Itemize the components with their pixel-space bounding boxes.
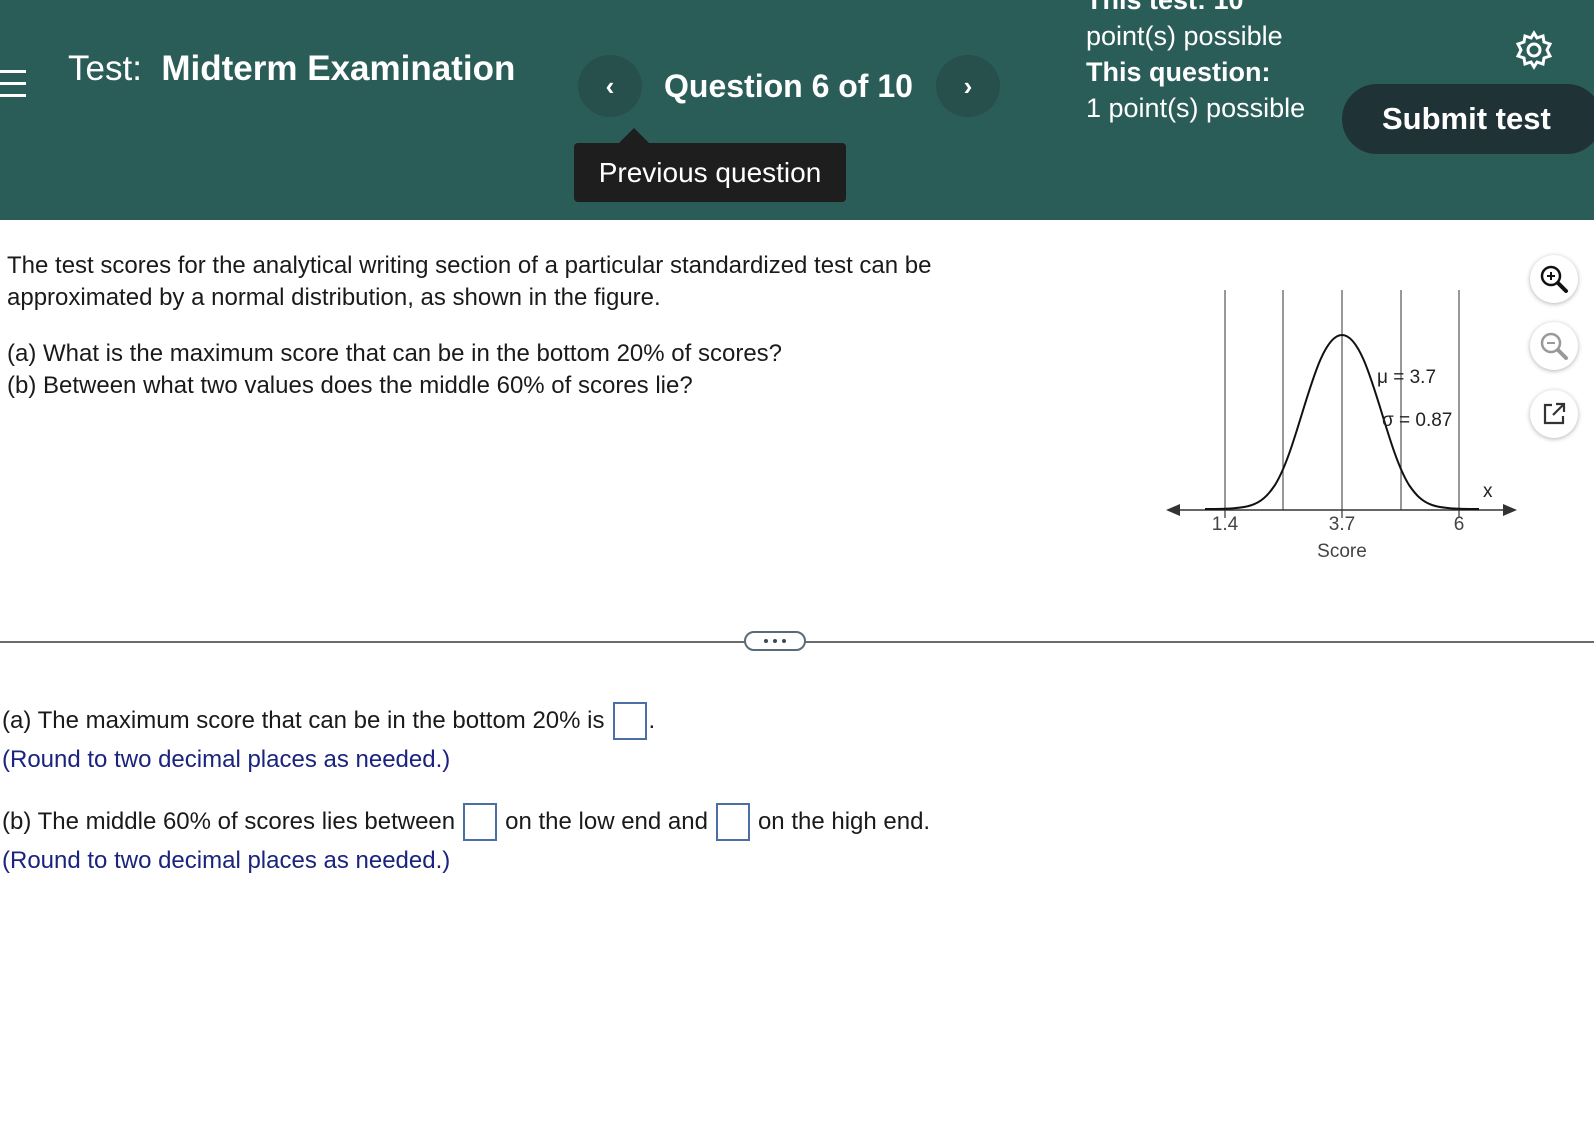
normal-curve-svg: μ = 3.7 σ = 0.87 x 1.4 3.7 6 Score <box>1166 290 1517 562</box>
submit-test-button[interactable]: Submit test <box>1342 84 1594 154</box>
answer-b-hint: (Round to two decimal places as needed.) <box>2 847 451 874</box>
x-variable-label: x <box>1483 481 1493 502</box>
zoom-out-icon <box>1540 332 1568 360</box>
points-info: This test: 10 point(s) possible This que… <box>1086 0 1326 126</box>
mu-label: μ = 3.7 <box>1377 367 1436 388</box>
hamburger-menu-icon[interactable] <box>0 70 26 98</box>
chevron-left-icon: ‹ <box>605 70 615 101</box>
popout-button[interactable] <box>1530 390 1578 438</box>
test-title: Test: Midterm Examination <box>68 50 515 88</box>
chevron-right-icon: › <box>963 70 973 101</box>
question-part-a: (a) What is the maximum score that can b… <box>7 340 783 367</box>
points-question-value: 1 point(s) possible <box>1086 93 1306 123</box>
popout-icon <box>1543 402 1566 425</box>
answer-a-text: (a) The maximum score that can be in the… <box>2 707 605 734</box>
axis-title: Score <box>1317 541 1367 562</box>
zoom-in-button[interactable] <box>1530 255 1578 303</box>
axis-left-arrow <box>1166 504 1180 516</box>
previous-question-tooltip: Previous question <box>574 128 846 202</box>
answer-b-middle: on the low end and <box>505 808 708 835</box>
sigma-label: σ = 0.87 <box>1382 410 1452 431</box>
question-counter: Question 6 of 10 <box>664 68 913 104</box>
points-question-label: This question: <box>1086 57 1271 87</box>
pane-resize-handle[interactable] <box>744 631 806 651</box>
answer-b-suffix: on the high end. <box>757 808 931 835</box>
zoom-out-button[interactable] <box>1530 322 1578 370</box>
test-title-prefix: Test: <box>68 49 142 88</box>
test-title-name: Midterm Examination <box>161 49 516 88</box>
answer-b-low-input[interactable] <box>463 803 498 841</box>
tick-label: 6 <box>1454 514 1465 535</box>
question-part-b: (b) Between what two values does the mid… <box>7 372 693 399</box>
gear-icon[interactable] <box>1514 30 1554 70</box>
points-test-label: This test: 10 <box>1086 0 1244 15</box>
points-test-value: point(s) possible <box>1086 21 1283 51</box>
previous-question-button[interactable]: ‹ <box>578 55 642 117</box>
normal-distribution-figure: μ = 3.7 σ = 0.87 x 1.4 3.7 6 Score <box>1160 285 1530 575</box>
answer-b-high-input[interactable] <box>715 803 750 841</box>
tick-label: 3.7 <box>1329 514 1355 535</box>
axis-right-arrow <box>1503 504 1517 516</box>
tick-label: 1.4 <box>1212 514 1239 535</box>
question-intro: The test scores for the analytical writi… <box>7 252 932 311</box>
answer-a-input[interactable] <box>612 702 647 740</box>
answer-b-text: (b) The middle 60% of scores lies betwee… <box>2 808 456 835</box>
next-question-button[interactable]: › <box>936 55 1000 117</box>
answer-part-b: (b) The middle 60% of scores lies betwee… <box>2 803 930 841</box>
test-header: Test: Midterm Examination ‹ Question 6 o… <box>0 0 1594 220</box>
answer-a-hint: (Round to two decimal places as needed.) <box>2 746 451 773</box>
question-text: The test scores for the analytical writi… <box>7 250 1047 402</box>
answer-part-a: (a) The maximum score that can be in the… <box>2 702 655 740</box>
zoom-in-icon <box>1540 265 1568 293</box>
answer-a-suffix: . <box>648 707 656 734</box>
